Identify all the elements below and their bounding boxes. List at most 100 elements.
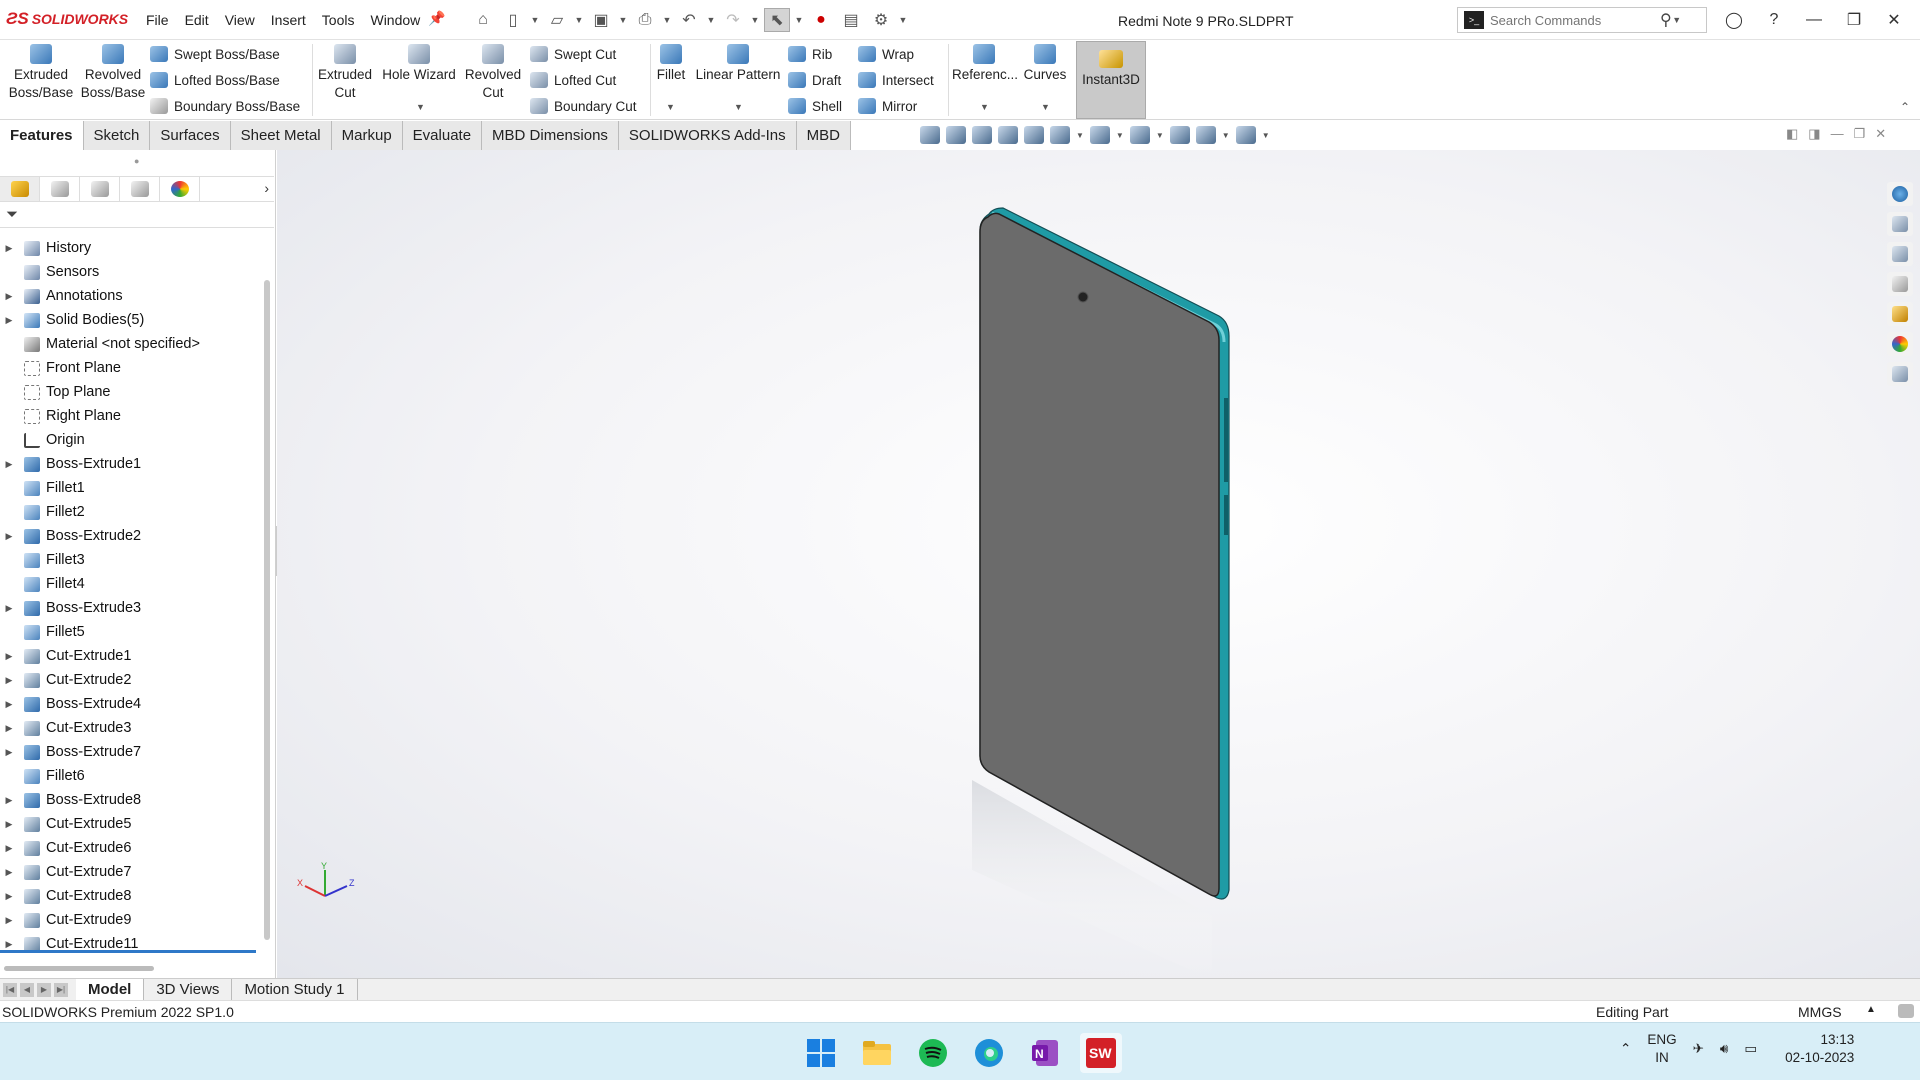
draft-button[interactable]: Draft	[788, 72, 841, 88]
tree-item[interactable]: Material <not specified>	[0, 332, 262, 356]
solidworks-resources-tab[interactable]	[1887, 182, 1913, 206]
pin-icon[interactable]: 📌	[428, 10, 445, 27]
extruded-cut-button[interactable]: Extruded Cut	[316, 44, 374, 102]
search-input[interactable]	[1490, 12, 1660, 28]
tree-item[interactable]: ▶ Cut-Extrude8	[0, 884, 262, 908]
swept-boss-button[interactable]: Swept Boss/Base	[150, 46, 280, 62]
hole-wizard-button[interactable]: Hole Wizard	[380, 44, 458, 84]
print-icon[interactable]: ⎙	[632, 8, 658, 32]
expand-arrow-icon[interactable]: ▶	[0, 843, 18, 854]
tree-item[interactable]: Fillet1	[0, 476, 262, 500]
show-hidden-icons-icon[interactable]: ⌃	[1620, 1041, 1631, 1057]
options-dropdown-icon[interactable]: ▼	[898, 15, 908, 25]
view-settings-dropdown-icon[interactable]: ▼	[1262, 131, 1270, 140]
fillet-button[interactable]: Fillet	[654, 44, 688, 84]
undo-dropdown-icon[interactable]: ▼	[706, 15, 716, 25]
linear-pattern-dropdown-icon[interactable]: ▼	[734, 102, 743, 112]
property-manager-tab[interactable]	[40, 177, 80, 201]
edit-appearance-icon[interactable]	[1169, 126, 1190, 144]
lofted-boss-button[interactable]: Lofted Boss/Base	[150, 72, 280, 88]
tree-item[interactable]: ▶ Boss-Extrude8	[0, 788, 262, 812]
menu-view[interactable]: View	[225, 12, 255, 28]
rebuild-icon[interactable]: ●	[808, 8, 834, 32]
help-icon[interactable]: ?	[1754, 6, 1794, 34]
revolved-boss-button[interactable]: Revolved Boss/Base	[80, 44, 146, 102]
display-manager-tab[interactable]	[160, 177, 200, 201]
tree-item[interactable]: ▶ Cut-Extrude3	[0, 716, 262, 740]
tab-addins[interactable]: SOLIDWORKS Add-Ins	[618, 121, 797, 150]
expand-arrow-icon[interactable]: ▶	[0, 675, 18, 686]
appearances-tab[interactable]	[1887, 332, 1913, 356]
last-tab-icon[interactable]: ▶|	[54, 982, 68, 997]
tree-item[interactable]: ▶ Cut-Extrude6	[0, 836, 262, 860]
tree-item[interactable]: Fillet2	[0, 500, 262, 524]
tree-item[interactable]: Fillet5	[0, 620, 262, 644]
expand-arrow-icon[interactable]: ▶	[0, 939, 18, 950]
select-dropdown-icon[interactable]: ▼	[794, 15, 804, 25]
menu-window[interactable]: Window	[370, 12, 420, 28]
save-dropdown-icon[interactable]: ▼	[618, 15, 628, 25]
tree-item[interactable]: ▶ Cut-Extrude2	[0, 668, 262, 692]
solidworks-logo[interactable]: ƧS SOLIDWORKS	[6, 9, 128, 29]
airplane-mode-icon[interactable]: ✈	[1693, 1041, 1704, 1057]
curves-button[interactable]: Curves	[1020, 44, 1070, 84]
redo-dropdown-icon[interactable]: ▼	[750, 15, 760, 25]
menu-file[interactable]: File	[146, 12, 169, 28]
reference-geometry-button[interactable]: Referenc...	[952, 44, 1018, 84]
undo-icon[interactable]: ↶	[676, 8, 702, 32]
tree-item[interactable]: Fillet3	[0, 548, 262, 572]
search-icon[interactable]: ⚲	[1660, 10, 1672, 30]
expand-arrow-icon[interactable]: ▶	[0, 243, 18, 254]
tree-scrollbar[interactable]	[264, 280, 270, 940]
expand-arrow-icon[interactable]: ▶	[0, 819, 18, 830]
expand-arrow-icon[interactable]: ▶	[0, 315, 18, 326]
design-library-tab[interactable]	[1887, 242, 1913, 266]
tab-sheet-metal[interactable]: Sheet Metal	[230, 121, 332, 150]
expand-arrow-icon[interactable]: ▶	[0, 867, 18, 878]
filter-icon[interactable]: ⏷	[6, 206, 18, 223]
minimize-icon[interactable]: —	[1794, 6, 1834, 34]
first-tab-icon[interactable]: |◀	[3, 982, 17, 997]
home-tab[interactable]	[1887, 212, 1913, 236]
doc-close-icon[interactable]: ✕	[1875, 126, 1886, 142]
menu-edit[interactable]: Edit	[185, 12, 209, 28]
expand-arrow-icon[interactable]: ▶	[0, 891, 18, 902]
boundary-cut-button[interactable]: Boundary Cut	[530, 98, 637, 114]
fillet-dropdown-icon[interactable]: ▼	[666, 102, 675, 112]
expand-arrow-icon[interactable]: ▶	[0, 915, 18, 926]
tree-item[interactable]: ▶ Boss-Extrude1	[0, 452, 262, 476]
tree-item[interactable]: Origin	[0, 428, 262, 452]
display-style-dropdown-icon[interactable]: ▼	[1116, 131, 1124, 140]
panel-grip-icon[interactable]: ●	[134, 156, 139, 166]
tab-motion-study[interactable]: Motion Study 1	[232, 978, 358, 1001]
search-dropdown-icon[interactable]: ▼	[1672, 15, 1682, 25]
revolved-cut-button[interactable]: Revolved Cut	[462, 44, 524, 102]
tab-evaluate[interactable]: Evaluate	[402, 121, 483, 150]
tab-sketch[interactable]: Sketch	[83, 121, 151, 150]
rollback-bar[interactable]	[0, 950, 256, 953]
close-icon[interactable]: ✕	[1874, 6, 1914, 34]
unit-system[interactable]: MMGS	[1798, 1004, 1842, 1020]
file-properties-icon[interactable]: ▤	[838, 8, 864, 32]
tab-3d-views[interactable]: 3D Views	[144, 978, 233, 1001]
quick-tips-icon[interactable]	[1898, 1004, 1914, 1018]
view-orientation-dropdown-icon[interactable]: ▼	[1076, 131, 1084, 140]
custom-properties-tab[interactable]	[1887, 362, 1913, 386]
tree-item[interactable]: ▶ Boss-Extrude3	[0, 596, 262, 620]
doc-minimize-icon[interactable]: —	[1831, 126, 1844, 142]
curves-dropdown-icon[interactable]: ▼	[1041, 102, 1050, 112]
hole-wizard-dropdown-icon[interactable]: ▼	[416, 102, 425, 112]
hide-show-items-icon[interactable]	[1129, 126, 1150, 144]
search-commands[interactable]: >_ ⚲ ▼	[1457, 7, 1707, 33]
linear-pattern-button[interactable]: Linear Pattern	[692, 44, 784, 84]
volume-icon[interactable]: 🔊︎	[1720, 1041, 1729, 1057]
tab-features[interactable]: Features	[0, 121, 84, 150]
tree-item[interactable]: ▶ Boss-Extrude2	[0, 524, 262, 548]
hide-show-dropdown-icon[interactable]: ▼	[1156, 131, 1164, 140]
new-dropdown-icon[interactable]: ▼	[530, 15, 540, 25]
collapse-ribbon-icon[interactable]: ⌃	[1900, 100, 1910, 114]
tree-item[interactable]: ▶ Cut-Extrude1	[0, 644, 262, 668]
unit-system-up-icon[interactable]: ▲	[1866, 1004, 1876, 1015]
print-dropdown-icon[interactable]: ▼	[662, 15, 672, 25]
expand-arrow-icon[interactable]: ▶	[0, 531, 18, 542]
